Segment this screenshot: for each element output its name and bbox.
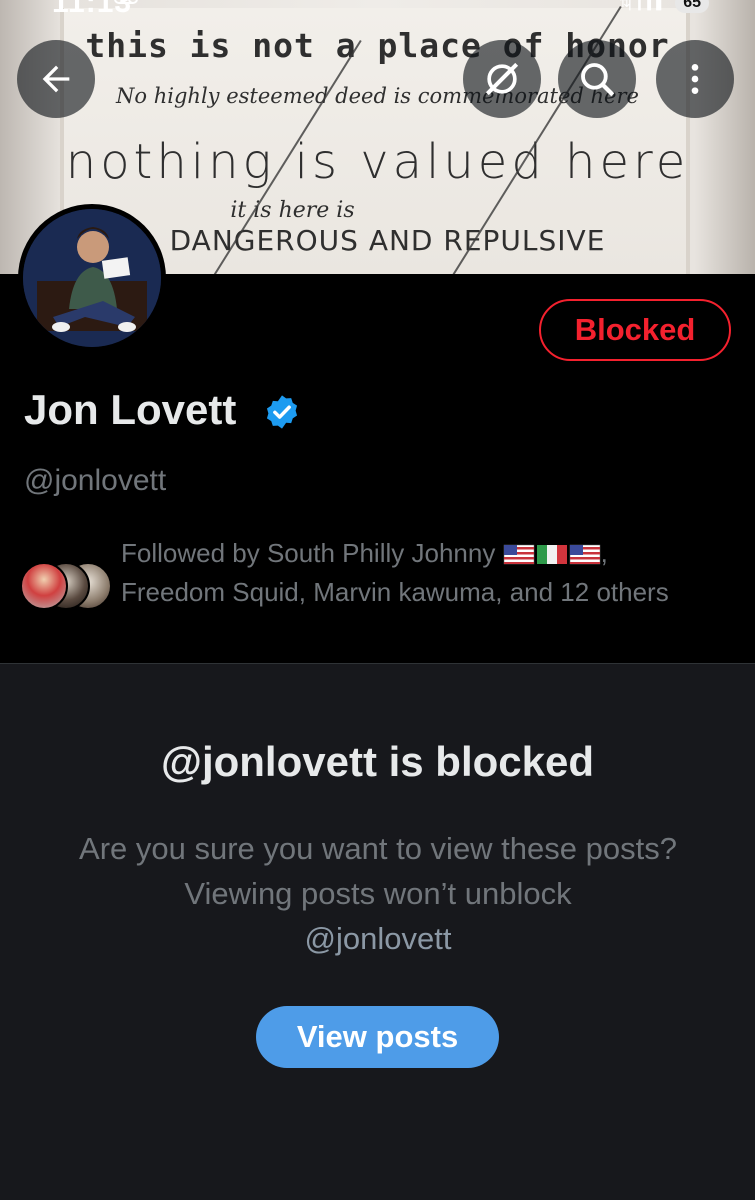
banner-line-2: No highly esteemed deed is commemorated … [116, 84, 639, 108]
followers-you-know-avatars[interactable] [20, 562, 112, 612]
follower-avatar [20, 562, 68, 610]
back-button[interactable] [17, 40, 95, 118]
blocked-notice-text: Are you sure you want to view these post… [79, 831, 677, 911]
more-options-button[interactable] [656, 40, 734, 118]
view-posts-button[interactable]: View posts [256, 1006, 499, 1068]
voicemail-icon [114, 0, 138, 4]
status-bar: 11:13 ⇅▏▎▍▌ 65 [0, 0, 755, 22]
more-vertical-icon [691, 64, 699, 94]
blocked-button[interactable]: Blocked [539, 299, 731, 361]
back-arrow-icon [42, 65, 70, 93]
profile-handle: @jonlovett [24, 464, 167, 497]
avatar-photo [23, 209, 161, 347]
search-button[interactable] [558, 40, 636, 118]
grok-button[interactable] [463, 40, 541, 118]
verified-badge-icon[interactable] [263, 393, 301, 431]
followed-by-label: Followed by South Philly Johnny [121, 538, 496, 568]
profile-avatar[interactable] [18, 204, 166, 352]
blocked-notice-panel: @jonlovett is blocked Are you sure you w… [0, 663, 755, 1200]
status-right: ⇅▏▎▍▌ 65 [619, 0, 709, 13]
blocked-notice-handle: @jonlovett [304, 921, 452, 956]
blocked-notice-title: @jonlovett is blocked [160, 738, 595, 785]
flags-emoji-icon [503, 544, 600, 565]
grok-icon [485, 62, 519, 96]
banner-line-3: nothing is valued here [65, 134, 690, 190]
battery-indicator: 65 [675, 0, 709, 13]
search-icon [581, 63, 615, 97]
display-name: Jon Lovett [24, 386, 237, 433]
followed-by-text[interactable]: Followed by South Philly Johnny , Freedo… [121, 534, 701, 612]
blocked-notice-body: Are you sure you want to view these post… [78, 826, 678, 961]
banner-line-1: this is not a place of honor [85, 26, 670, 65]
signal-icon: ⇅▏▎▍▌ [619, 0, 666, 11]
